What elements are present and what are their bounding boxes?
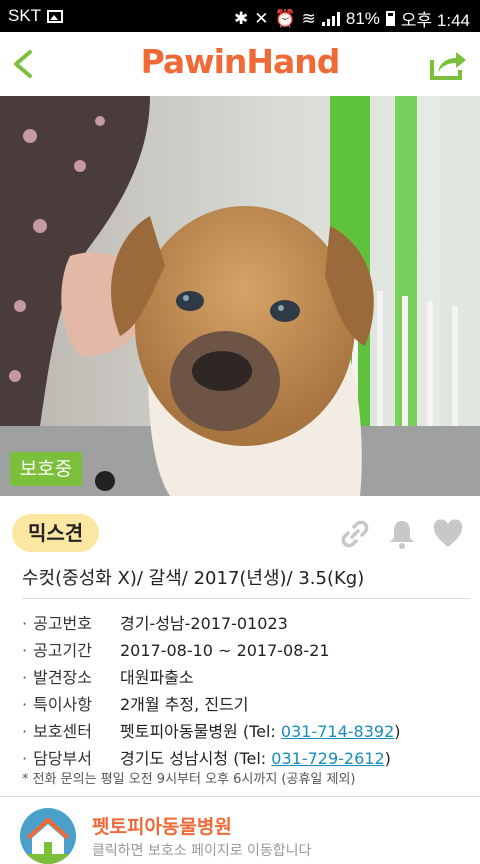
share-button[interactable] — [428, 46, 468, 82]
phone-hours-note: * 전화 문의는 평일 오전 9시부터 오후 6시까지 (공휴일 제외) — [22, 772, 356, 787]
detail-value: 펫토피아동물병원 (Tel: 031-714-8392) — [120, 722, 401, 741]
clock: 오후 1:44 — [400, 11, 470, 30]
detail-list: 공고번호 경기-성남-2017-01023 공고기간 2017-08-10 ~ … — [22, 610, 472, 772]
shelter-name: 펫토피아동물병원 — [92, 816, 232, 838]
detail-row-notes: 특이사항 2개월 추정, 진드기 — [22, 691, 472, 718]
status-badge: 보호중 — [10, 452, 82, 486]
detail-value: 경기-성남-2017-01023 — [120, 614, 288, 633]
alarm-icon: ⏰ — [274, 8, 296, 28]
share-icon — [430, 52, 466, 80]
mute-icon: ✕ — [254, 8, 269, 28]
detail-row-shelter: 보호센터 펫토피아동물병원 (Tel: 031-714-8392) — [22, 718, 472, 745]
detail-row-notice-no: 공고번호 경기-성남-2017-01023 — [22, 610, 472, 637]
signal-icon — [321, 11, 340, 26]
status-bar: SKT ✱ ✕ ⏰ ≋ 81% 오후 1:44 — [0, 0, 480, 32]
carrier-label: SKT — [8, 6, 42, 25]
battery-icon — [385, 11, 395, 26]
favorite-button[interactable] — [432, 518, 464, 550]
detail-row-found-place: 발견장소 대원파출소 — [22, 664, 472, 691]
bell-icon — [390, 521, 414, 549]
animal-photo[interactable] — [0, 96, 480, 496]
notification-button[interactable] — [386, 518, 418, 550]
battery-percent: 81% — [345, 8, 380, 28]
image-icon — [47, 9, 64, 23]
link-icon — [341, 520, 369, 548]
app-header: PawinHand — [0, 32, 480, 96]
shelter-subtitle: 클릭하면 보호소 페이지로 이동합니다 — [92, 843, 312, 859]
detail-label: 보호센터 — [22, 718, 120, 745]
detail-row-period: 공고기간 2017-08-10 ~ 2017-08-21 — [22, 637, 472, 664]
link-button[interactable] — [339, 518, 371, 550]
wifi-icon: ≋ — [301, 8, 316, 28]
detail-label: 발견장소 — [22, 664, 120, 691]
divider — [22, 598, 470, 599]
detail-value: 대원파출소 — [120, 668, 194, 687]
detail-label: 공고번호 — [22, 610, 120, 637]
department-phone-link[interactable]: 031-729-2612 — [271, 749, 384, 768]
detail-label: 공고기간 — [22, 637, 120, 664]
divider — [0, 796, 480, 797]
puppy-image — [0, 96, 480, 496]
bluetooth-icon: ✱ — [233, 8, 249, 28]
detail-value: 2개월 추정, 진드기 — [120, 695, 249, 714]
detail-value: 2017-08-10 ~ 2017-08-21 — [120, 641, 330, 660]
app-logo: PawinHand — [140, 42, 341, 81]
animal-summary: 수컷(중성화 X)/ 갈색/ 2017(년생)/ 3.5(Kg) — [22, 568, 365, 589]
shelter-phone-link[interactable]: 031-714-8392 — [281, 722, 394, 741]
detail-label: 특이사항 — [22, 691, 120, 718]
breed-label: 믹스견 — [12, 514, 100, 552]
house-icon — [20, 808, 76, 864]
heart-icon — [433, 519, 463, 547]
